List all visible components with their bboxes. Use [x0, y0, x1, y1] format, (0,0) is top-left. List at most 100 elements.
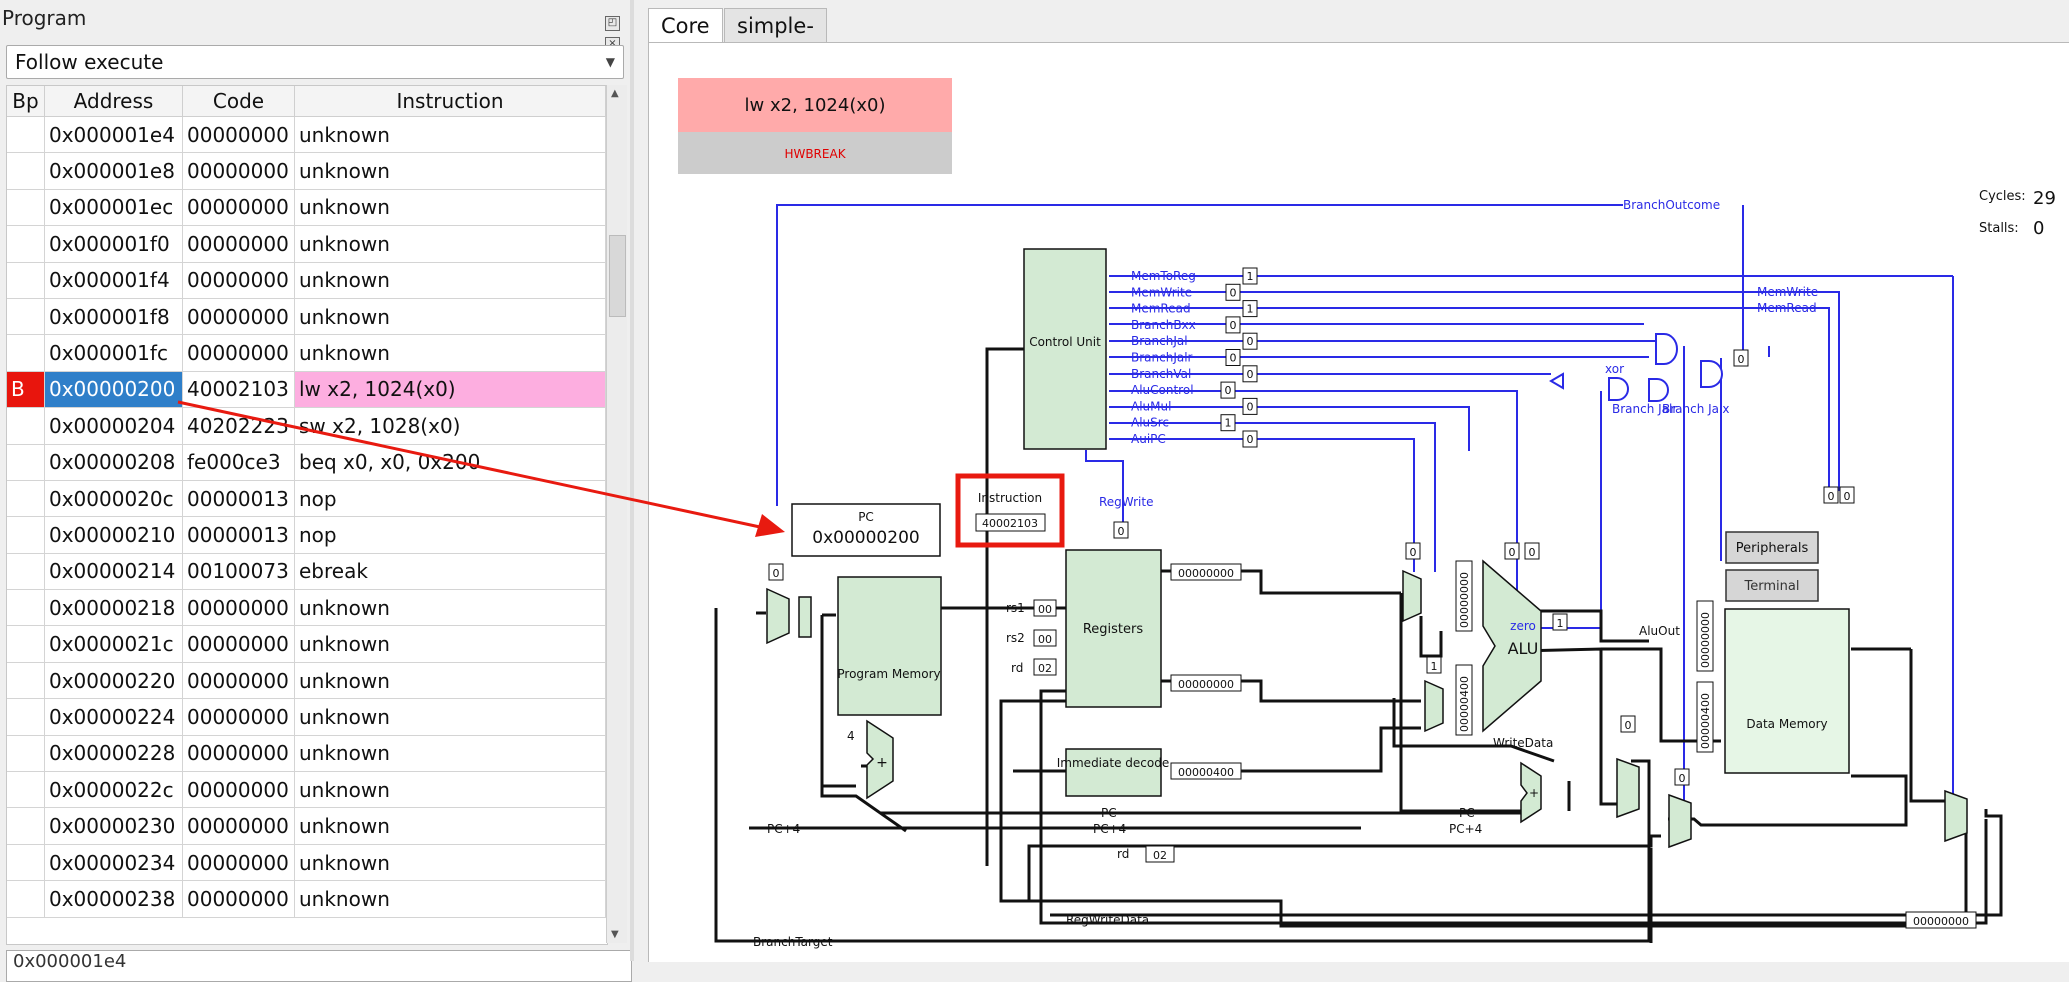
- datapath-diagram: lw x2, 1024(x0) HWBREAK Cycles: 29 Stall…: [678, 78, 2056, 949]
- wb-value: 00000000: [1913, 915, 1969, 928]
- breakpoint-cell[interactable]: [7, 225, 45, 263]
- control-signal-label: BranchJal: [1131, 334, 1188, 348]
- tab-core[interactable]: Core: [648, 8, 723, 44]
- chevron-down-icon: ▼: [605, 55, 615, 69]
- address-cell: 0x0000021c: [44, 625, 183, 663]
- data-memory-label: Data Memory: [1746, 717, 1827, 731]
- address-cell: 0x00000204: [44, 407, 183, 445]
- follow-mode-select[interactable]: Follow execute ▼: [6, 45, 624, 79]
- table-row[interactable]: 0x000001ec 00000000 unknown: [7, 189, 606, 227]
- breakpoint-cell[interactable]: [7, 625, 45, 663]
- control-signal-value: 0: [1230, 286, 1237, 299]
- status-text: HWBREAK: [784, 147, 846, 161]
- writedata-label: WriteData: [1493, 736, 1553, 750]
- table-row[interactable]: 0x00000204 40202223 sw x2, 1028(x0): [7, 407, 606, 445]
- breakpoint-cell[interactable]: [7, 116, 45, 154]
- control-signal-label: AluMul: [1131, 399, 1171, 413]
- tab-source-file[interactable]: simple-lw-sw-ia.S: [724, 8, 827, 106]
- breakpoint-cell[interactable]: [7, 407, 45, 445]
- control-signal-value: 1: [1225, 417, 1232, 430]
- column-header-code[interactable]: Code: [182, 86, 295, 117]
- breakpoint-cell[interactable]: B: [7, 371, 45, 409]
- breakpoint-cell[interactable]: [7, 735, 45, 773]
- code-cell: 00000000: [182, 334, 295, 372]
- column-header-bp[interactable]: Bp: [7, 86, 45, 117]
- table-row[interactable]: 0x00000224 00000000 unknown: [7, 698, 606, 736]
- table-row[interactable]: 0x000001e4 00000000 unknown: [7, 116, 606, 154]
- instruction-cell: unknown: [294, 589, 606, 627]
- instruction-cell: nop: [294, 480, 606, 518]
- rd-bus-value: 02: [1153, 849, 1167, 862]
- breakpoint-cell[interactable]: [7, 262, 45, 299]
- table-row[interactable]: 0x00000210 00000013 nop: [7, 516, 606, 554]
- table-row[interactable]: B 0x00000200 40002103 lw x2, 1024(x0): [7, 371, 606, 409]
- code-cell: 40202223: [182, 407, 295, 445]
- table-row[interactable]: 0x00000220 00000000 unknown: [7, 662, 606, 700]
- breakpoint-cell[interactable]: [7, 589, 45, 627]
- breakpoint-cell[interactable]: [7, 444, 45, 481]
- scroll-down-icon[interactable]: ▼: [611, 929, 619, 940]
- aluout-label: AluOut: [1639, 624, 1680, 638]
- address-cell: 0x000001e4: [44, 116, 183, 154]
- breakpoint-cell[interactable]: [7, 480, 45, 518]
- address-cell: 0x000001f4: [44, 262, 183, 299]
- instruction-value: 40002103: [982, 517, 1038, 530]
- instruction-cell: nop: [294, 516, 606, 554]
- breakpoint-cell[interactable]: [7, 807, 45, 845]
- control-signal-value: 0: [1225, 384, 1232, 397]
- column-header-instruction[interactable]: Instruction: [294, 86, 606, 117]
- breakpoint-cell[interactable]: [7, 334, 45, 372]
- code-cell: 00000000: [182, 735, 295, 773]
- float-panel-button[interactable]: ◰: [605, 16, 620, 31]
- address-cell: 0x000001f8: [44, 298, 183, 336]
- table-row[interactable]: 0x0000020c 00000013 nop: [7, 480, 606, 518]
- breakpoint-cell[interactable]: [7, 298, 45, 336]
- table-row[interactable]: 0x00000234 00000000 unknown: [7, 844, 606, 882]
- instruction-cell: unknown: [294, 262, 606, 299]
- program-scrollbar[interactable]: ▲ ▼: [606, 85, 627, 943]
- table-row[interactable]: 0x00000208 fe000ce3 beq x0, x0, 0x200: [7, 444, 606, 481]
- table-row[interactable]: 0x000001fc 00000000 unknown: [7, 334, 606, 372]
- instruction-cell: unknown: [294, 116, 606, 154]
- scroll-up-icon[interactable]: ▲: [611, 88, 619, 99]
- instruction-cell: unknown: [294, 880, 606, 918]
- zero-label: zero: [1510, 619, 1536, 633]
- table-row[interactable]: 0x000001f8 00000000 unknown: [7, 298, 606, 336]
- table-row[interactable]: 0x00000238 00000000 unknown: [7, 880, 606, 918]
- alu-label: ALU: [1508, 639, 1539, 658]
- address-field[interactable]: 0x000001e4: [6, 950, 632, 982]
- code-cell: 00000000: [182, 771, 295, 809]
- code-cell: 00000000: [182, 844, 295, 882]
- table-row[interactable]: 0x00000214 00100073 ebreak: [7, 553, 606, 591]
- breakpoint-cell[interactable]: [7, 880, 45, 918]
- table-row[interactable]: 0x00000218 00000000 unknown: [7, 589, 606, 627]
- table-row[interactable]: 0x000001f0 00000000 unknown: [7, 225, 606, 263]
- breakpoint-cell[interactable]: [7, 152, 45, 190]
- instruction-label: Instruction: [978, 491, 1042, 505]
- four-label: 4: [847, 729, 855, 743]
- scrollbar-thumb[interactable]: [609, 235, 626, 317]
- table-row[interactable]: 0x00000228 00000000 unknown: [7, 735, 606, 773]
- control-signal-value: 0: [1247, 335, 1254, 348]
- breakpoint-cell[interactable]: [7, 771, 45, 809]
- table-row[interactable]: 0x00000230 00000000 unknown: [7, 807, 606, 845]
- memwrite-label: MemWrite: [1757, 285, 1818, 299]
- breakpoint-cell[interactable]: [7, 698, 45, 736]
- mux-a-value: 0: [1625, 719, 1632, 732]
- table-row[interactable]: 0x000001e8 00000000 unknown: [7, 152, 606, 190]
- control-signal-value: 0: [1230, 352, 1237, 365]
- breakpoint-cell[interactable]: [7, 189, 45, 227]
- pc-mux-value: 0: [773, 567, 780, 580]
- table-row[interactable]: 0x000001f4 00000000 unknown: [7, 262, 606, 299]
- column-header-address[interactable]: Address: [44, 86, 183, 117]
- breakpoint-cell[interactable]: [7, 844, 45, 882]
- address-cell: 0x00000224: [44, 698, 183, 736]
- splitter[interactable]: [630, 0, 634, 961]
- breakpoint-cell[interactable]: [7, 553, 45, 591]
- control-signal-label: AluSrc: [1131, 416, 1169, 430]
- table-row[interactable]: 0x0000022c 00000000 unknown: [7, 771, 606, 809]
- table-row[interactable]: 0x0000021c 00000000 unknown: [7, 625, 606, 663]
- breakpoint-cell[interactable]: [7, 662, 45, 700]
- breakpoint-cell[interactable]: [7, 516, 45, 554]
- alu-in-a-value: 00000000: [1458, 572, 1471, 628]
